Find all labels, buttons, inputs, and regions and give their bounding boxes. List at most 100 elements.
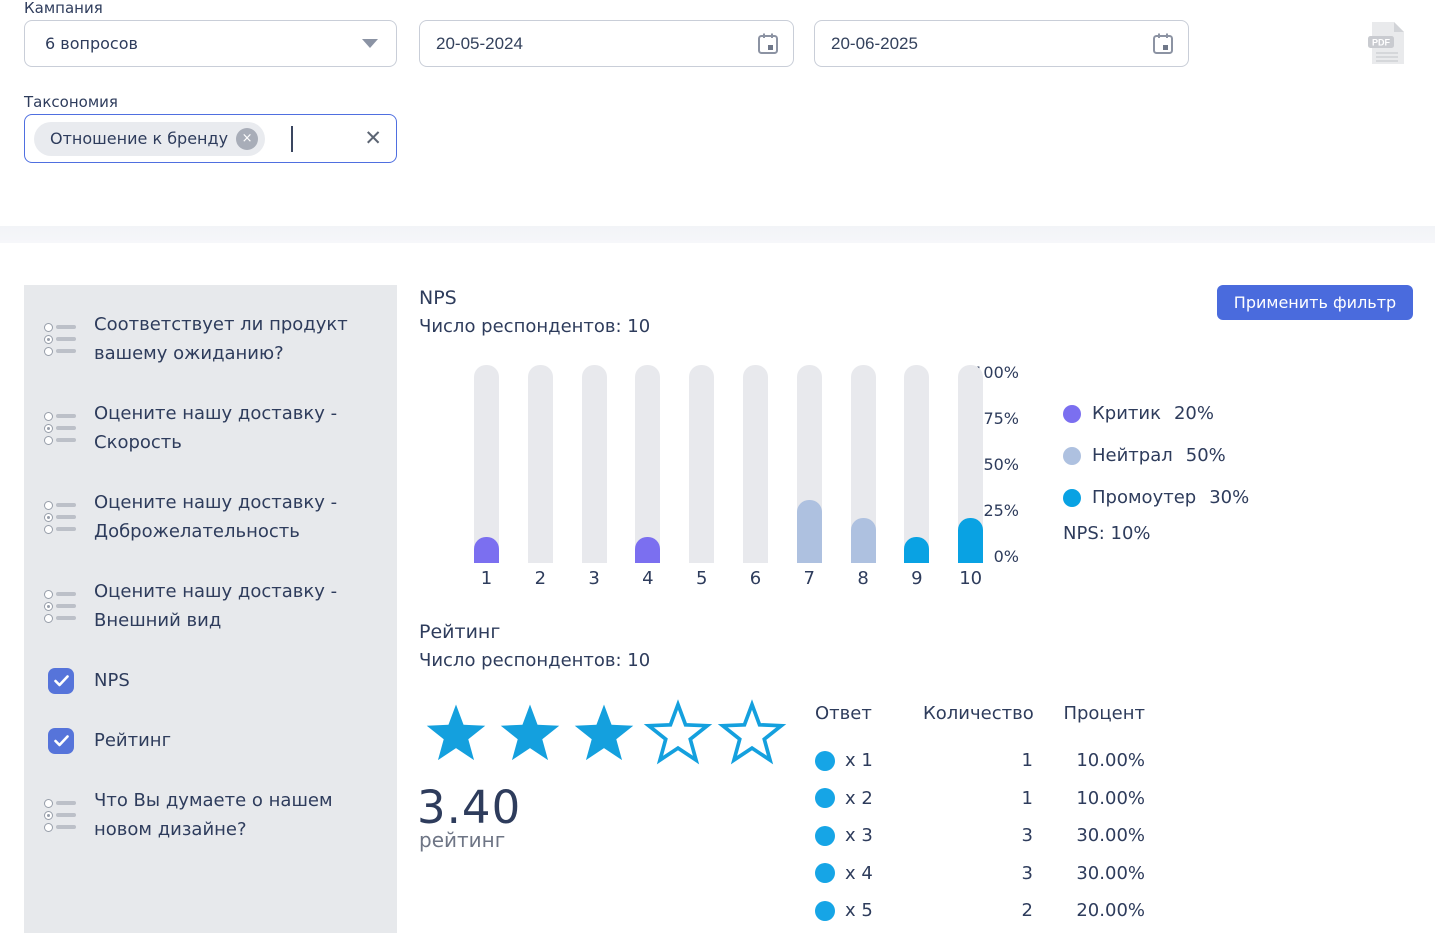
percent-cell: 30.00% [1076,862,1145,884]
sidebar-item-question[interactable]: Оцените нашу доставку - Внешний вид [44,577,379,635]
checked-checkbox-icon[interactable] [48,727,74,754]
bar-column: 1 [474,365,499,589]
bar-column: 10 [958,365,984,589]
answer-label: x 3 [845,825,873,847]
bar-track [958,365,984,563]
bar-fill [796,500,822,563]
text-cursor [291,125,294,152]
bar-fill [904,537,930,563]
sidebar-item-label: Оцените нашу доставку - Внешний вид [94,581,338,631]
calendar-icon[interactable] [757,32,779,56]
sidebar-item-question[interactable]: Что Вы думаете о нашем новом дизайне? [44,786,379,844]
sidebar-item-question[interactable]: Оцените нашу доставку - Скорость [44,399,379,457]
legend-value: 50% [1185,445,1226,466]
clear-taxonomy-icon[interactable]: ✕ [364,128,382,149]
sidebar-item-question[interactable]: Соответствует ли продукт вашему ожиданию… [44,310,379,368]
legend-item: Промоутер 30% [1063,487,1249,508]
bar-column: 5 [689,365,715,589]
percent-cell: 20.00% [1076,900,1145,922]
taxonomy-input[interactable]: Отношение к бренду × ✕ [24,114,397,163]
answer-label: x 4 [845,862,873,884]
sidebar-item-question[interactable]: Оцените нашу доставку - Доброжелательнос… [44,488,379,546]
answer-label: x 1 [845,750,873,772]
x-axis-label: 8 [857,568,869,589]
bars-area: 1 2 3 4 5 6 7 8 9 10 [474,365,984,589]
col-answer: Ответ [815,703,872,724]
bar-column: 2 [527,365,553,589]
bar-fill [850,518,876,563]
x-axis-label: 1 [480,568,493,589]
x-axis-label: 9 [911,568,923,589]
answer-cell: x 4 [815,863,923,884]
bar-column: 4 [635,365,661,589]
bar-column: 6 [742,365,768,589]
bar-track [689,365,715,563]
chevron-down-icon [362,39,378,48]
answer-label: x 2 [845,787,873,809]
multiple-choice-list-icon [44,798,78,832]
bar-track [904,365,930,563]
count-cell: 2 [1021,900,1033,922]
star-rating [421,698,787,770]
x-axis-label: 10 [959,568,983,589]
answer-dot-icon [815,825,835,846]
date-from-input[interactable]: 20-05-2024 [419,20,794,67]
bar-track [581,365,607,563]
sidebar-item-question[interactable]: Рейтинг [44,726,379,755]
sidebar-item-label: Что Вы думаете о нашем новом дизайне? [94,790,333,840]
rating-section-title: Рейтинг [419,621,501,643]
campaign-selected-value: 6 вопросов [45,34,138,53]
legend-value: 20% [1173,403,1214,424]
campaign-select[interactable]: 6 вопросов [24,20,397,67]
sidebar-item-label: NPS [94,670,130,691]
legend-value: 30% [1209,487,1250,508]
table-row: x 3 3 30.00% [815,817,1145,855]
rating-table: Ответ Количество Процент x 1 1 10.00% x … [815,703,1145,930]
table-row: x 1 1 10.00% [815,742,1145,780]
bar-column: 8 [850,365,876,589]
apply-filter-button[interactable]: Применить фильтр [1217,285,1413,320]
bar-fill [474,537,499,563]
col-percent: Процент [1063,703,1145,724]
nps-respondents-count: Число респондентов: 10 [419,316,651,337]
date-to-input[interactable]: 20-06-2025 [814,20,1189,67]
answer-cell: x 3 [815,825,923,846]
multiple-choice-list-icon [44,589,78,623]
table-row: x 4 3 30.00% [815,855,1145,893]
legend-item: Нейтрал 50% [1063,445,1249,466]
count-cell: 1 [1021,750,1033,772]
star-icon [500,704,560,761]
col-count: Количество [923,703,1034,724]
sidebar-item-label: Оцените нашу доставку - Доброжелательнос… [94,492,338,542]
multiple-choice-list-icon [44,411,78,445]
export-pdf-icon[interactable]: PDF [1366,20,1408,70]
nps-legend: Критик 20% Нейтрал 50% Промоутер 30% [1063,403,1249,508]
taxonomy-chip: Отношение к бренду × [34,121,266,156]
sidebar-item-question[interactable]: NPS [44,666,379,695]
answer-dot-icon [815,788,835,809]
date-to-value: 20-06-2025 [831,33,918,53]
taxonomy-label: Таксономия [24,93,118,111]
legend-label: Нейтрал [1092,445,1173,466]
bar-fill [635,537,661,563]
legend-dot-icon [1063,488,1081,507]
bar-column: 9 [904,365,930,589]
taxonomy-chip-label: Отношение к бренду [50,129,229,148]
percent-cell: 10.00% [1076,750,1145,772]
sidebar-item-label: Рейтинг [94,730,172,751]
bar-track [742,365,768,563]
chip-remove-icon[interactable]: × [236,127,259,150]
star-icon [643,699,713,765]
bar-track [474,365,499,563]
bar-track [796,365,822,563]
rating-average-caption: рейтинг [419,828,506,852]
legend-dot-icon [1063,446,1081,465]
calendar-icon[interactable] [1152,32,1174,56]
checked-checkbox-icon[interactable] [48,667,74,694]
legend-label: Промоутер [1092,487,1197,508]
nps-bar-chart: 100% 75% 50% 25% 0% 1 2 3 4 5 6 7 8 9 10 [419,362,1019,594]
bar-fill [958,518,984,563]
table-row: x 2 1 10.00% [815,780,1145,818]
bar-column: 3 [581,365,607,589]
legend-dot-icon [1063,404,1081,423]
